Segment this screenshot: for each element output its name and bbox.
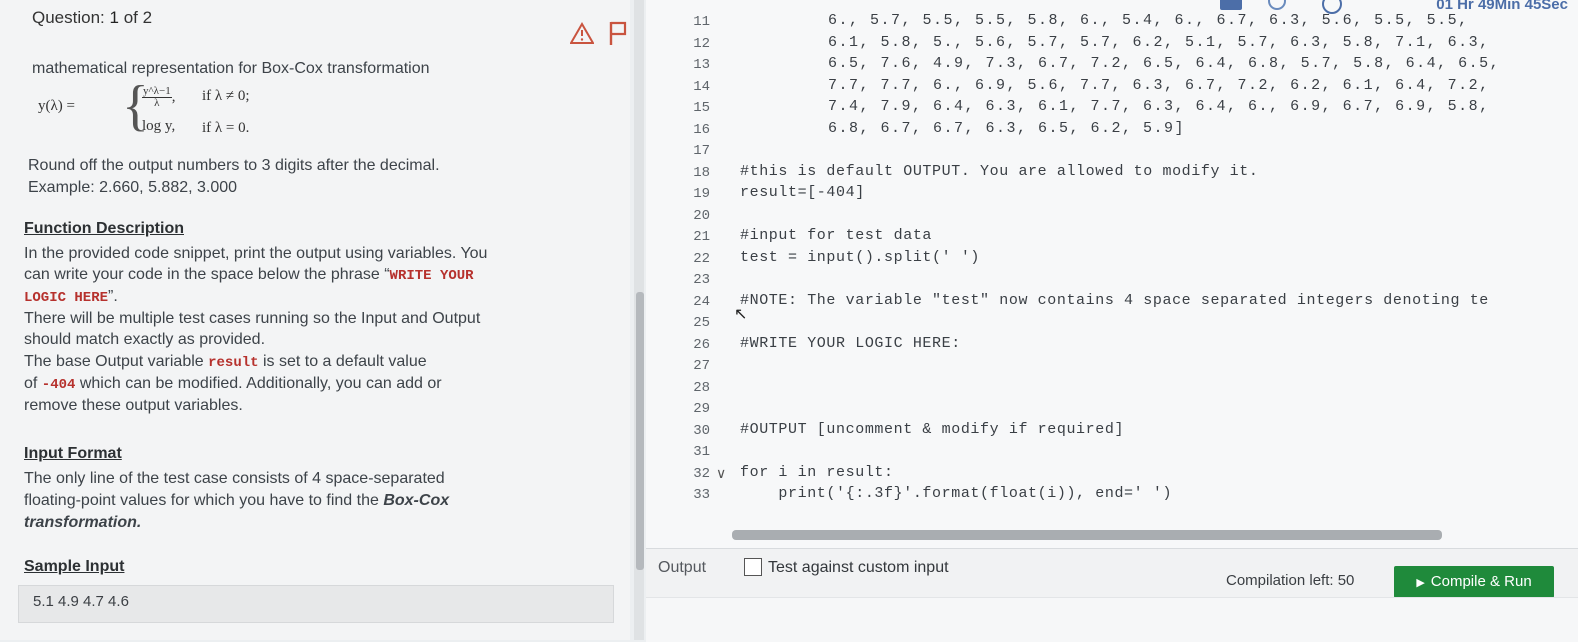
fd-line-4: There will be multiple test cases runnin… [24,310,481,327]
warning-icon[interactable] [570,22,594,44]
fd-line-7: of -404 which can be modified. Additiona… [24,375,442,393]
if-boxcox: Box-Cox [383,492,450,509]
question-total: of 2 [123,8,153,27]
if-line-3: transformation. [24,514,142,531]
custom-input-label[interactable]: Test against custom input [768,559,949,577]
line-number: 26 [693,336,710,353]
round-text: Round off the output numbers to 3 digits… [28,157,440,174]
fd-line-1: In the provided code snippet, print the … [24,245,488,262]
compile-run-button[interactable]: ▶ Compile & Run [1394,566,1554,598]
code-line[interactable]: 6.5, 7.6, 4.9, 7.3, 6.7, 7.2, 6.5, 6.4, … [828,55,1500,72]
sample-input-value: 5.1 4.9 4.7 4.6 [33,593,129,610]
line-number: 29 [693,401,710,417]
formula-lhs: y(λ) = [38,98,75,114]
editor-horizontal-scrollbar[interactable] [732,530,1442,540]
chevron-down-icon[interactable]: ∨ [716,465,726,482]
code-line[interactable]: #OUTPUT [uncomment & modify if required] [740,421,1124,438]
line-number: 12 [693,35,710,52]
input-format-title: Input Format [24,445,122,462]
line-number: 11 [693,14,710,30]
grid-icon[interactable] [1220,0,1242,10]
line-number: 28 [693,379,710,396]
formula-case1-cond: if λ ≠ 0; [202,88,250,104]
function-description-title: Function Description [24,220,184,237]
line-number: 24 [693,293,710,310]
fd-phrase-1: WRITE YOUR [389,268,474,284]
line-number: 19 [693,186,710,202]
example-text: Example: 2.660, 5.882, 3.000 [28,179,238,196]
fd-line-2: can write your code in the space below t… [24,266,474,284]
question-header: Question: 1 of 2 [32,8,152,28]
code-line[interactable]: #input for test data [740,227,932,244]
flag-icon[interactable] [608,20,628,46]
code-line[interactable]: 7.4, 7.9, 6.4, 6.3, 6.1, 7.7, 6.3, 6.4, … [828,98,1490,115]
code-line[interactable]: print('{:.3f}'.format(float(i)), end=' '… [740,485,1172,502]
line-number: 23 [693,272,710,288]
code-editor[interactable]: 01 Hr 49Min 45Sec 11 6., 5.7, 5.5, 5.5, 5… [646,0,1578,548]
question-current: 1 [109,8,119,27]
compilation-left: Compilation left: 50 [1226,572,1355,589]
sample-input-box: 5.1 4.9 4.7 4.6 [18,585,614,623]
code-line[interactable]: 7.7, 7.7, 6., 6.9, 5.6, 7.7, 6.3, 6.7, 7… [828,77,1490,94]
line-number: 18 [693,164,710,181]
code-line[interactable]: 6., 5.7, 5.5, 5.5, 5.8, 6., 5.4, 6., 6.7… [828,12,1469,29]
problem-scrollbar[interactable] [634,0,644,640]
sample-input-title: Sample Input [24,558,125,575]
box-cox-formula: y(λ) = { y^λ−1 λ, if λ ≠ 0; log y, if λ =… [38,78,358,146]
line-number: 22 [693,250,710,267]
formula-denominator: λ [154,97,160,109]
intro-text: mathematical representation for Box-Cox … [32,60,430,77]
line-number: 25 [693,315,710,331]
clock-icon [1268,0,1286,10]
code-line[interactable]: 6.1, 5.8, 5., 5.6, 5.7, 5.7, 6.2, 5.1, 5… [828,34,1490,51]
line-number: 20 [693,207,710,224]
output-area [646,597,1578,642]
line-number: 21 [693,229,710,245]
line-number: 13 [693,57,710,73]
fd-line-3: LOGIC HERE”. [24,288,118,306]
code-line[interactable]: #WRITE YOUR LOGIC HERE: [740,335,961,352]
line-number: 14 [693,78,710,95]
formula-case2-cond: if λ = 0. [202,120,250,136]
fd-line-5: should match exactly as provided. [24,331,266,348]
code-line[interactable]: 6.8, 6.7, 6.7, 6.3, 6.5, 6.2, 5.9] [828,120,1185,137]
mouse-cursor-icon: ↖ [734,306,748,323]
play-icon: ▶ [1416,577,1425,589]
fd-404: -404 [41,377,76,393]
code-line[interactable]: result=[-404] [740,184,865,201]
formula-case1-expr: y^λ−1 λ, [142,85,176,109]
code-line[interactable]: for i in result: [740,464,894,481]
line-number: 31 [693,444,710,460]
custom-input-checkbox[interactable] [744,558,762,576]
output-label[interactable]: Output [658,559,706,577]
line-number: 27 [693,358,710,374]
code-line[interactable]: #NOTE: The variable "test" now contains … [740,292,1489,309]
code-line[interactable]: test = input().split(' ') [740,249,980,266]
if-line-1: The only line of the test case consists … [24,470,445,487]
code-line[interactable]: #this is default OUTPUT. You are allowed… [740,163,1258,180]
compile-run-label: Compile & Run [1430,573,1532,590]
output-bar: Output Test against custom input Compila… [646,548,1578,642]
formula-case2-expr: log y, [142,118,176,134]
line-number: 30 [693,422,710,439]
problem-scrollbar-thumb[interactable] [636,292,644,570]
line-number: 32 [693,465,710,482]
if-line-2: floating-point values for which you have… [24,492,450,509]
question-label: Question: [32,8,105,27]
fd-phrase-2: LOGIC HERE [24,290,109,306]
line-number: 16 [693,121,710,138]
problem-panel: Question: 1 of 2 mathematical representa… [0,0,630,640]
fd-line-6: The base Output variable result is set t… [24,353,427,371]
line-number: 17 [693,143,710,159]
line-number: 15 [693,100,710,116]
line-number: 33 [693,487,710,503]
fd-line-8: remove these output variables. [24,397,243,414]
fd-result: result [208,355,259,371]
